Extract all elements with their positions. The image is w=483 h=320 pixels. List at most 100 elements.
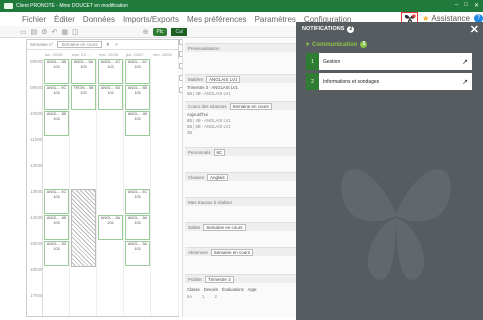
menu-editer[interactable]: Éditer [54, 15, 75, 24]
hour-label: 08h00 [30, 59, 43, 64]
menu-preferences[interactable]: Mes préférences [187, 15, 247, 24]
notifications-title: NOTIFICATIONS [302, 26, 345, 32]
timetable: Semaine n° Semaine en cours ▼ ↗ lun. 20/… [26, 39, 179, 317]
detail-line: Aujourd'hui [187, 112, 208, 117]
search-icon[interactable]: ⊕ [143, 28, 149, 36]
course-block[interactable]: ANGL... 5A 103 [125, 215, 150, 240]
course-block[interactable]: ANGL... 4C 103 [98, 59, 123, 84]
course-block[interactable]: ANGL... 4B 103 [125, 111, 150, 136]
settings-icon[interactable]: ⚙ [41, 28, 47, 36]
butterfly-watermark-icon [341, 169, 451, 280]
notification-count: 2 [306, 73, 319, 90]
hour-label: 11h00 [30, 137, 43, 142]
menu-imports-exports[interactable]: Imports/Exports [123, 15, 179, 24]
course-block[interactable]: TROM... 5B 103 [71, 85, 96, 110]
detail-line: 3B [187, 130, 193, 135]
day-header: lun. 20/06 [45, 52, 63, 57]
day-header: mer. 22/06 [99, 52, 118, 57]
undo-icon[interactable]: ↶ [52, 28, 58, 36]
section-rooms[interactable]: Salles Semaine en cours [185, 222, 296, 231]
week-selector[interactable]: Semaine en cours [57, 41, 102, 48]
title-bar: Client PRONOTE - Mme DOUCET en modificat… [0, 0, 483, 12]
course-block[interactable]: ANGL... 6B 103 [125, 85, 150, 110]
course-block[interactable]: ANGL... 5C 103 [44, 85, 69, 110]
toolbar: ▭ ▤ ⚙ ↶ ▦ ◫ ⊕ Plc Cal [0, 26, 296, 38]
unavailable-slot [71, 189, 96, 267]
section-absences[interactable]: Absences Semaine en cours [185, 247, 296, 256]
course-block[interactable]: ANGL... 5A 103 [125, 241, 150, 266]
hour-label: 17h00 [30, 293, 43, 298]
hour-label: 14h00 [30, 215, 43, 220]
notifications-count-badge: 2 [347, 25, 355, 33]
close-icon[interactable]: ✕ [470, 23, 479, 36]
communication-label: Communication [312, 41, 358, 48]
notification-count: 1 [306, 53, 319, 70]
section-subject[interactable]: Matière ANGLAIS LV1 [185, 74, 296, 83]
menu-fichier[interactable]: Fichier [22, 15, 46, 24]
timetable-header: Semaine n° Semaine en cours ▼ ↗ [27, 40, 178, 50]
course-block[interactable]: ANGL... 5D 103 [98, 85, 123, 110]
close-window-icon[interactable]: ✕ [474, 2, 479, 9]
course-block[interactable]: ANGL... 4C 103 [44, 189, 69, 214]
open-arrow-icon: ↗ [462, 58, 468, 66]
day-header: mar. 21/... [72, 52, 90, 57]
timetable-grid: ANGL... 6B 103 ANGL... 5A 103 ANGL... 4C… [43, 59, 179, 316]
course-block[interactable]: ANGL... 6B 103 [44, 59, 69, 84]
tool-icon[interactable]: ◫ [72, 28, 79, 36]
toolbar-tab-plc[interactable]: Plc [152, 27, 168, 36]
hour-label: 15h00 [30, 241, 43, 246]
notification-item-gestion[interactable]: 1 Gestion ↗ [306, 53, 472, 70]
hours-column: 08h00 09h00 10h00 11h00 12h00 13h00 14h0… [27, 59, 43, 316]
toolbar-tab-cal[interactable]: Cal [171, 27, 187, 36]
day-header: jeu. 23/07 [126, 52, 144, 57]
minimize-icon[interactable]: – [455, 2, 458, 9]
course-block[interactable]: ANGL... 6C 103 [125, 59, 150, 84]
course-block[interactable]: ANGL... 4B 103 [44, 215, 69, 240]
week-number-label: Semaine n° [30, 42, 54, 47]
filter-icon[interactable]: ▼ [106, 42, 110, 47]
detail-line: 6B | 4B - ANGLAIS LV1 [187, 91, 231, 96]
maximize-icon[interactable]: □ [464, 2, 468, 9]
app-logo-icon [4, 3, 13, 9]
menu-donnees[interactable]: Données [83, 15, 115, 24]
save-icon[interactable]: ▭ [20, 28, 27, 36]
days-row: lun. 20/06 mar. 21/... mer. 22/06 jeu. 2… [27, 52, 180, 59]
results-table-header: Classe Devoirs Évaluations Appr. [187, 287, 258, 292]
chevron-down-icon: ▾ [306, 42, 310, 48]
course-block[interactable]: ANGL... 5A 204 [98, 215, 123, 240]
hour-label: 16h00 [30, 267, 43, 272]
detail-line: 6B | 5B - ANGLAIS LV1 [187, 124, 231, 129]
section-classes[interactable]: Classes Anglais [185, 172, 296, 181]
detail-line: 6B | 4B - ANGLAIS LV1 [187, 118, 231, 123]
section-publish[interactable]: Publier Trimestre 3 [185, 274, 296, 283]
window-controls: – □ ✕ [455, 2, 479, 9]
communication-section-header[interactable]: ▾ Communication 2 [306, 41, 368, 48]
day-column [151, 59, 179, 316]
open-arrow-icon: ↗ [462, 78, 468, 86]
print-icon[interactable]: ▤ [31, 28, 38, 36]
course-block[interactable]: ANGL... 3D 103 [44, 241, 69, 266]
section-sessions[interactable]: Cours des séances Semaine en cours [185, 101, 296, 110]
section-preview[interactable]: Prévisualisation [185, 43, 296, 52]
hour-label: 13h00 [30, 189, 43, 194]
communication-count-badge: 2 [360, 41, 368, 48]
notification-item-informations[interactable]: 2 Informations et sondages ↗ [306, 73, 472, 90]
course-block[interactable]: ANGL... 5B 103 [44, 111, 69, 136]
day-header: ven. 24/06 [153, 52, 172, 57]
hour-label: 12h00 [30, 163, 43, 168]
section-staff[interactable]: Personnels 6C [185, 147, 296, 156]
hour-label: 09h00 [30, 85, 43, 90]
menu-parametres[interactable]: Paramètres [255, 15, 296, 24]
results-table-row: 5A 1 2 [187, 294, 217, 299]
window-title: Client PRONOTE - Mme DOUCET en modificat… [16, 3, 128, 9]
section-tasks[interactable]: Mes travaux à réaliser [185, 197, 296, 206]
detail-line: Trimestre 3 - ANGLAIS LV1 [187, 85, 238, 90]
notifications-header: NOTIFICATIONS 2 ✕ [296, 22, 483, 36]
details-pane: Prévisualisation Matière ANGLAIS LV1 Trim… [182, 39, 296, 317]
notifications-panel: NOTIFICATIONS 2 ✕ ▾ Communication 2 1 Ge… [296, 22, 483, 320]
expand-icon[interactable]: ↗ [114, 42, 118, 48]
course-block[interactable]: ANGL... 5A 103 [71, 59, 96, 84]
course-block[interactable]: ANGL... 6C 103 [125, 189, 150, 214]
grid-icon[interactable]: ▦ [61, 28, 68, 36]
notification-label: Gestion [323, 58, 341, 65]
